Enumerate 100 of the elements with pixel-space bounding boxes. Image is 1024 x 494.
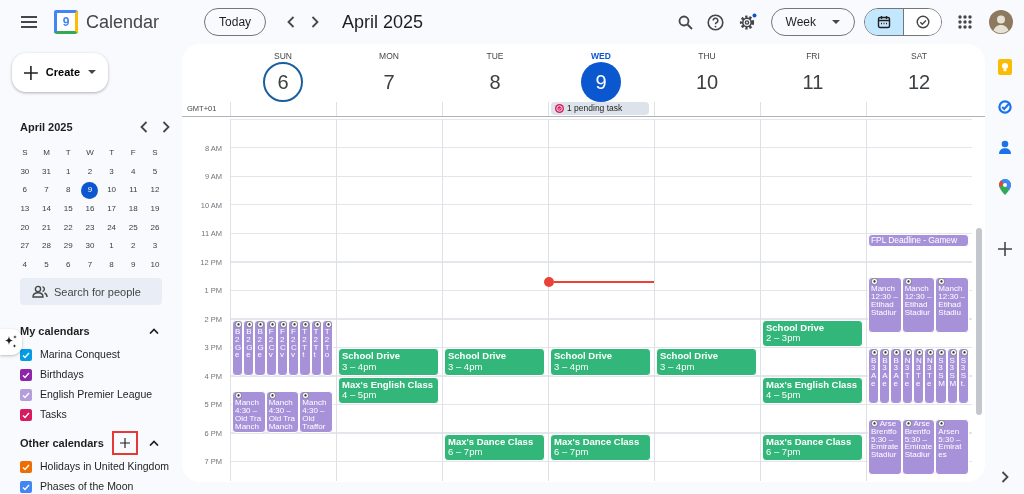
mini-calendar-day[interactable]: 2 [81, 163, 99, 181]
mini-calendar-day[interactable]: 29 [59, 237, 77, 255]
mini-calendar-day[interactable]: 12 [146, 182, 164, 199]
event-detail: e [257, 351, 263, 359]
mini-calendar-day[interactable]: 6 [16, 182, 34, 199]
mini-calendar-day[interactable]: 10 [146, 256, 164, 274]
mini-calendar-day[interactable]: 22 [59, 219, 77, 237]
chevron-up-icon [149, 440, 159, 447]
day-number[interactable]: 6 [263, 62, 303, 102]
mini-calendar-day[interactable]: 30 [16, 163, 34, 181]
calendar-checkbox[interactable] [20, 409, 32, 422]
event-title: T [324, 328, 331, 336]
event-detail: Stadiur [904, 308, 931, 317]
mini-calendar-day[interactable]: 14 [38, 200, 56, 218]
day-number[interactable]: 12 [899, 62, 939, 102]
mini-calendar-day[interactable]: 17 [103, 200, 121, 218]
event-title: T [302, 328, 309, 336]
mini-calendar-day[interactable]: 18 [124, 200, 142, 218]
soccer-ball-icon [324, 320, 332, 328]
mini-calendar-day[interactable]: 24 [103, 219, 121, 237]
create-button[interactable]: Create [12, 53, 108, 92]
event-detail: 5:30 – [938, 435, 962, 444]
soccer-ball-icon [949, 349, 957, 356]
mini-calendar-day[interactable]: 27 [16, 237, 34, 255]
event-detail: 12:30 – [904, 293, 933, 301]
mini-calendar-day[interactable]: 3 [103, 163, 121, 181]
mini-calendar-day[interactable]: 31 [38, 163, 56, 181]
event-detail: 3 [915, 364, 922, 373]
add-calendar-button[interactable] [112, 431, 138, 456]
mini-calendar-day[interactable]: 5 [38, 256, 56, 274]
weekday-label: T [108, 147, 116, 160]
event-detail: 2 [235, 335, 241, 344]
mini-calendar-day[interactable]: 16 [81, 200, 99, 218]
mini-calendar-day[interactable]: 19 [146, 200, 164, 218]
mini-calendar-day[interactable]: 25 [124, 219, 142, 237]
mini-calendar-day[interactable]: 7 [38, 182, 56, 199]
mini-calendar-day[interactable]: 13 [16, 200, 34, 218]
tasks-view-toggle[interactable] [903, 9, 941, 35]
mini-calendar-day[interactable]: 15 [59, 200, 77, 218]
mini-calendar-day[interactable]: 28 [38, 237, 56, 255]
day-name: SUN [274, 51, 292, 62]
event-detail: T [302, 343, 309, 352]
calendar-checkbox[interactable] [20, 389, 32, 402]
event-detail: e [915, 379, 922, 388]
calendar-label: Holidays in United Kingdom [40, 459, 169, 475]
event-title: Manch [871, 285, 896, 294]
mini-calendar-day[interactable]: 26 [146, 219, 164, 237]
soccer-ball-icon [938, 420, 946, 428]
sparkle-button[interactable] [0, 329, 22, 355]
soccer-ball-icon [291, 320, 299, 328]
pending-task-chip[interactable]: 1 pending task [551, 102, 649, 115]
chevron-right-icon [1000, 471, 1009, 483]
mini-calendar-day[interactable]: 9 [81, 182, 99, 199]
mini-calendar-day[interactable]: 23 [81, 219, 99, 237]
calendar-checkbox[interactable] [20, 481, 32, 494]
day-number[interactable]: 10 [687, 62, 727, 102]
day-name: WED [591, 51, 611, 62]
weekday-label: M [42, 147, 51, 160]
calendar-label: Birthdays [40, 367, 84, 383]
day-number[interactable]: 8 [475, 62, 515, 102]
event-detail: Stadiur [871, 451, 898, 459]
mini-calendar-day[interactable]: 6 [59, 256, 77, 274]
mini-calendar-day[interactable]: 11 [124, 182, 142, 199]
mini-calendar-day[interactable]: 7 [81, 256, 99, 274]
mini-calendar-day[interactable]: 5 [146, 163, 164, 181]
calendar-checkbox[interactable] [20, 349, 32, 362]
scrollbar-thumb[interactable] [975, 228, 982, 415]
event-detail: e [927, 379, 933, 388]
calendar-checkbox[interactable] [20, 369, 32, 382]
day-number[interactable]: 11 [793, 62, 833, 102]
mini-calendar-day[interactable]: 1 [103, 237, 121, 255]
mini-calendar-day[interactable]: 4 [16, 256, 34, 274]
mini-calendar-day[interactable]: 20 [16, 219, 34, 237]
mini-calendar-day[interactable]: 8 [103, 256, 121, 274]
mini-calendar-day[interactable]: 10 [103, 182, 121, 199]
mini-calendar-day[interactable]: 30 [81, 237, 99, 255]
event-title: School Drive [448, 351, 508, 362]
mini-calendar-day[interactable]: 9 [124, 256, 142, 274]
mini-calendar-day[interactable]: 21 [38, 219, 56, 237]
event-title: School Drive [342, 351, 402, 362]
day-number[interactable]: 7 [369, 62, 409, 102]
event-detail: 3 [927, 364, 933, 373]
mini-calendar-day[interactable]: 1 [59, 163, 77, 181]
event-detail: Emirate [904, 443, 934, 452]
calendar-checkbox[interactable] [20, 461, 32, 474]
mini-calendar-day[interactable]: 4 [124, 163, 142, 181]
calendar-label: Tasks [40, 407, 67, 423]
calendar-view-toggle[interactable] [865, 9, 903, 35]
section-title: Other calendars [20, 435, 105, 451]
event-title: T [313, 328, 320, 336]
account-button[interactable] [988, 9, 1014, 35]
event-title: FPL Deadline - Gamew [871, 235, 959, 245]
event-detail: 3 [949, 364, 955, 373]
mini-calendar-day[interactable]: 8 [59, 182, 77, 199]
event-detail: G [257, 343, 264, 352]
mini-calendar-day[interactable]: 2 [124, 237, 142, 255]
day-number[interactable]: 9 [581, 62, 621, 102]
search-people-field[interactable]: Search for people [20, 278, 162, 306]
mini-calendar-day[interactable]: 3 [146, 237, 164, 255]
event-title: N [915, 356, 923, 365]
